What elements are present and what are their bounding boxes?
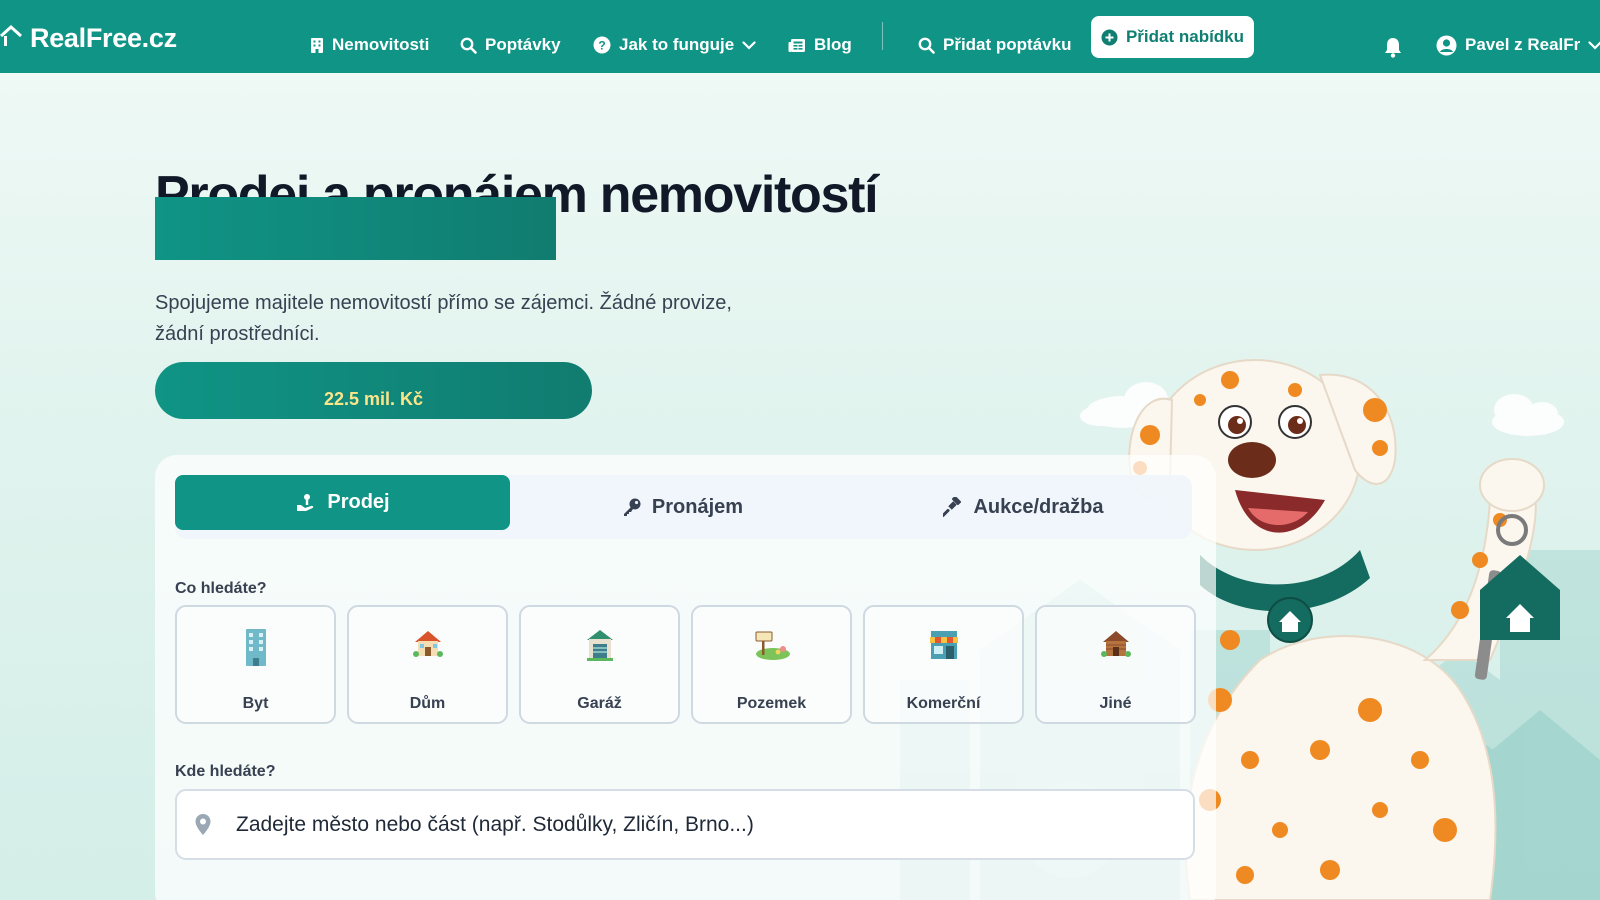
tab-pronajem[interactable]: Pronájem <box>510 475 855 539</box>
add-request-button[interactable]: Přidat poptávku <box>918 30 1071 60</box>
search-card: Prodej Pronájem Aukce/dražba Co hledáte? <box>155 455 1216 900</box>
price-value: 22.5 mil. Kč <box>323 389 424 409</box>
chevron-down-icon <box>742 40 756 50</box>
nav-poptavky[interactable]: Poptávky <box>460 30 561 60</box>
logo-text: RealFree.cz <box>30 22 177 53</box>
map-pin-icon <box>195 813 211 835</box>
type-jine[interactable]: Jiné <box>1035 605 1196 724</box>
location-label: Kde hledáte? <box>175 763 276 780</box>
user-label: Pavel z RealFr <box>1465 35 1581 54</box>
bell-icon[interactable] <box>1382 36 1404 58</box>
nav-blog[interactable]: Blog <box>788 30 852 60</box>
location-input[interactable]: Zadejte město nebo část (např. Stodůlky,… <box>175 789 1195 860</box>
shop-icon <box>929 631 958 659</box>
nav-label: Nemovitosti <box>332 35 430 54</box>
type-label-text: Dům <box>409 695 446 712</box>
deal-type-tabs: Prodej Pronájem Aukce/dražba <box>175 475 1192 539</box>
type-pozemek[interactable]: Pozemek <box>691 605 852 724</box>
top-navbar: RealFree.cz Nemovitosti Poptávky ? Jak t… <box>0 0 1600 73</box>
tab-prodej[interactable]: Prodej <box>175 475 510 530</box>
apartment-building-icon <box>245 629 266 666</box>
home-logo-icon <box>0 24 22 46</box>
add-offer-button[interactable]: Přidat nabídku <box>1091 16 1254 58</box>
type-label: Co hledáte? <box>175 580 267 597</box>
cabin-icon <box>1100 631 1131 657</box>
type-label-text: Pozemek <box>736 695 807 712</box>
type-dum[interactable]: Dům <box>347 605 508 724</box>
help-circle-icon: ? <box>593 36 611 54</box>
land-plot-icon <box>755 631 790 660</box>
nav-label: Poptávky <box>485 35 561 54</box>
type-label-text: Jiné <box>1099 695 1132 712</box>
nav-nemovitosti[interactable]: Nemovitosti <box>310 30 429 60</box>
gavel-icon <box>943 497 962 517</box>
svg-text:?: ? <box>598 39 605 53</box>
tab-label: Aukce/dražba <box>973 495 1104 518</box>
user-circle-icon <box>1436 35 1457 55</box>
cloud-icon <box>1492 394 1564 436</box>
type-byt[interactable]: Byt <box>175 605 336 724</box>
nav-label: Jak to funguje <box>619 35 735 54</box>
nav-divider <box>882 22 883 50</box>
user-menu[interactable]: Pavel z RealFr <box>1436 30 1600 60</box>
highlight-block <box>155 197 556 260</box>
add-offer-label: Přidat nabídku <box>1125 27 1245 46</box>
tab-label: Prodej <box>327 491 390 513</box>
key-icon <box>623 498 641 516</box>
hand-money-icon <box>297 493 314 511</box>
location-placeholder: Zadejte město nebo část (např. Stodůlky,… <box>236 812 754 836</box>
type-garaz[interactable]: Garáž <box>519 605 680 724</box>
chevron-down-icon <box>1588 40 1600 50</box>
type-komercni[interactable]: Komerční <box>863 605 1024 724</box>
hero-subtitle: Spojujeme majitele nemovitostí přímo se … <box>155 288 755 350</box>
type-label-text: Byt <box>242 695 269 712</box>
plus-circle-icon <box>1101 29 1118 45</box>
building-icon <box>311 37 323 53</box>
nav-jak-to-funguje[interactable]: ? Jak to funguje <box>593 30 756 60</box>
hero-subtitle-line1: Spojujeme majitele nemovitostí přímo se … <box>155 292 732 314</box>
tab-aukce[interactable]: Aukce/dražba <box>855 475 1192 539</box>
type-label-text: Komerční <box>906 695 981 712</box>
add-request-label: Přidat poptávku <box>943 35 1072 54</box>
price-banner[interactable]: 22.5 mil. Kč <box>155 362 592 419</box>
garage-icon <box>586 630 613 661</box>
newspaper-icon <box>788 38 805 52</box>
house-icon <box>412 631 443 657</box>
logo[interactable]: RealFree.cz <box>0 18 177 58</box>
search-icon <box>918 37 935 54</box>
search-icon <box>460 37 477 54</box>
type-label-text: Garáž <box>577 695 622 712</box>
tab-label: Pronájem <box>651 495 744 518</box>
nav-label: Blog <box>814 35 852 54</box>
hero-subtitle-line2: žádní prostředníci. <box>155 323 320 345</box>
